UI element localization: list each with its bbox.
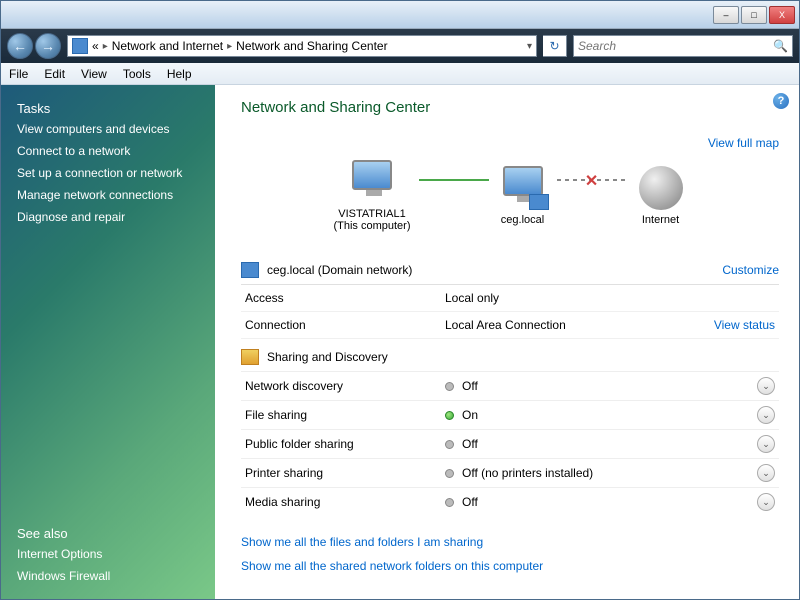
disc-label: Public folder sharing — [245, 437, 445, 451]
expand-button[interactable]: ⌄ — [757, 406, 775, 424]
search-input[interactable] — [578, 39, 773, 53]
connection-value: Local Area Connection — [445, 318, 714, 332]
close-button[interactable]: X — [769, 6, 795, 24]
menu-help[interactable]: Help — [167, 67, 192, 81]
expand-button[interactable]: ⌄ — [757, 464, 775, 482]
address-dropdown[interactable]: ▾ — [527, 41, 532, 52]
disc-value: Off (no printers installed) — [462, 466, 757, 480]
status-dot-off-icon — [445, 382, 454, 391]
discovery-title: Sharing and Discovery — [267, 350, 388, 364]
sidebar-item-setup[interactable]: Set up a connection or network — [1, 162, 215, 184]
disc-row-network-discovery: Network discovery Off ⌄ — [241, 371, 779, 400]
computer-name: VISTATRIAL1 — [333, 208, 410, 220]
network-map: VISTATRIAL1 (This computer) ceg.local ✕ … — [241, 160, 779, 232]
customize-link[interactable]: Customize — [722, 263, 779, 277]
show-files-link[interactable]: Show me all the files and folders I am s… — [241, 535, 483, 549]
search-icon[interactable]: 🔍 — [773, 39, 788, 53]
chevron-right-icon: ▸ — [103, 41, 108, 52]
sharing-icon — [241, 349, 259, 365]
content: ? Network and Sharing Center View full m… — [215, 85, 799, 599]
menu-tools[interactable]: Tools — [123, 67, 151, 81]
status-dot-off-icon — [445, 469, 454, 478]
internet-label: Internet — [635, 214, 687, 226]
tasks-heading: Tasks — [1, 97, 215, 118]
sidebar-item-manage[interactable]: Manage network connections — [1, 184, 215, 206]
menu-view[interactable]: View — [81, 67, 107, 81]
disc-value: On — [462, 408, 757, 422]
network-section-title: ceg.local (Domain network) — [267, 263, 412, 277]
menu-file[interactable]: File — [9, 67, 28, 81]
sidebar-item-internet-options[interactable]: Internet Options — [1, 543, 215, 565]
access-value: Local only — [445, 291, 775, 305]
status-dot-off-icon — [445, 440, 454, 449]
globe-icon — [639, 166, 683, 210]
disc-label: Network discovery — [245, 379, 445, 393]
status-dot-on-icon — [445, 411, 454, 420]
window: – □ X ← → « ▸ Network and Internet ▸ Net… — [0, 0, 800, 600]
disc-value: Off — [462, 495, 757, 509]
sidebar-item-windows-firewall[interactable]: Windows Firewall — [1, 565, 215, 587]
map-node-internet: Internet — [635, 166, 687, 226]
sidebar-item-connect[interactable]: Connect to a network — [1, 140, 215, 162]
see-also-heading: See also — [1, 522, 215, 543]
disc-row-media-sharing: Media sharing Off ⌄ — [241, 487, 779, 516]
breadcrumb-group[interactable]: Network and Internet — [112, 39, 223, 53]
navbar: ← → « ▸ Network and Internet ▸ Network a… — [1, 29, 799, 63]
map-connection-internet: ✕ — [557, 179, 627, 181]
refresh-button[interactable]: ↻ — [543, 35, 567, 57]
breadcrumb-root: « — [92, 39, 99, 53]
disc-label: Printer sharing — [245, 466, 445, 480]
access-label: Access — [245, 291, 445, 305]
search-box[interactable]: 🔍 — [573, 35, 793, 57]
minimize-button[interactable]: – — [713, 6, 739, 24]
discovery-heading: Sharing and Discovery — [241, 339, 779, 371]
expand-button[interactable]: ⌄ — [757, 493, 775, 511]
menubar: File Edit View Tools Help — [1, 63, 799, 85]
view-full-map-link[interactable]: View full map — [708, 136, 779, 150]
forward-button[interactable]: → — [35, 33, 61, 59]
map-node-network: ceg.local — [497, 166, 549, 226]
back-button[interactable]: ← — [7, 33, 33, 59]
disc-value: Off — [462, 437, 757, 451]
disc-row-public-folder: Public folder sharing Off ⌄ — [241, 429, 779, 458]
sidebar: Tasks View computers and devices Connect… — [1, 85, 215, 599]
sidebar-item-diagnose[interactable]: Diagnose and repair — [1, 206, 215, 228]
expand-button[interactable]: ⌄ — [757, 435, 775, 453]
connection-label: Connection — [245, 318, 445, 332]
address-bar[interactable]: « ▸ Network and Internet ▸ Network and S… — [67, 35, 537, 57]
disc-row-printer-sharing: Printer sharing Off (no printers install… — [241, 458, 779, 487]
help-icon[interactable]: ? — [773, 93, 789, 109]
map-node-computer: VISTATRIAL1 (This computer) — [333, 160, 410, 232]
network-small-icon — [241, 262, 259, 278]
network-name: ceg.local — [497, 214, 549, 226]
chevron-right-icon: ▸ — [227, 41, 232, 52]
status-dot-off-icon — [445, 498, 454, 507]
sidebar-item-view-computers[interactable]: View computers and devices — [1, 118, 215, 140]
network-section-header: ceg.local (Domain network) Customize — [241, 256, 779, 285]
page-title: Network and Sharing Center — [241, 99, 779, 116]
disc-label: File sharing — [245, 408, 445, 422]
computer-sub: (This computer) — [333, 220, 410, 232]
expand-button[interactable]: ⌄ — [757, 377, 775, 395]
connection-broken-icon: ✕ — [585, 171, 598, 191]
breadcrumb-page[interactable]: Network and Sharing Center — [236, 39, 387, 53]
show-folders-link[interactable]: Show me all the shared network folders o… — [241, 559, 543, 573]
maximize-button[interactable]: □ — [741, 6, 767, 24]
disc-row-file-sharing: File sharing On ⌄ — [241, 400, 779, 429]
network-icon — [72, 38, 88, 54]
map-connection-local — [419, 179, 489, 181]
titlebar: – □ X — [1, 1, 799, 29]
disc-label: Media sharing — [245, 495, 445, 509]
menu-edit[interactable]: Edit — [44, 67, 65, 81]
view-status-link[interactable]: View status — [714, 318, 775, 332]
disc-value: Off — [462, 379, 757, 393]
